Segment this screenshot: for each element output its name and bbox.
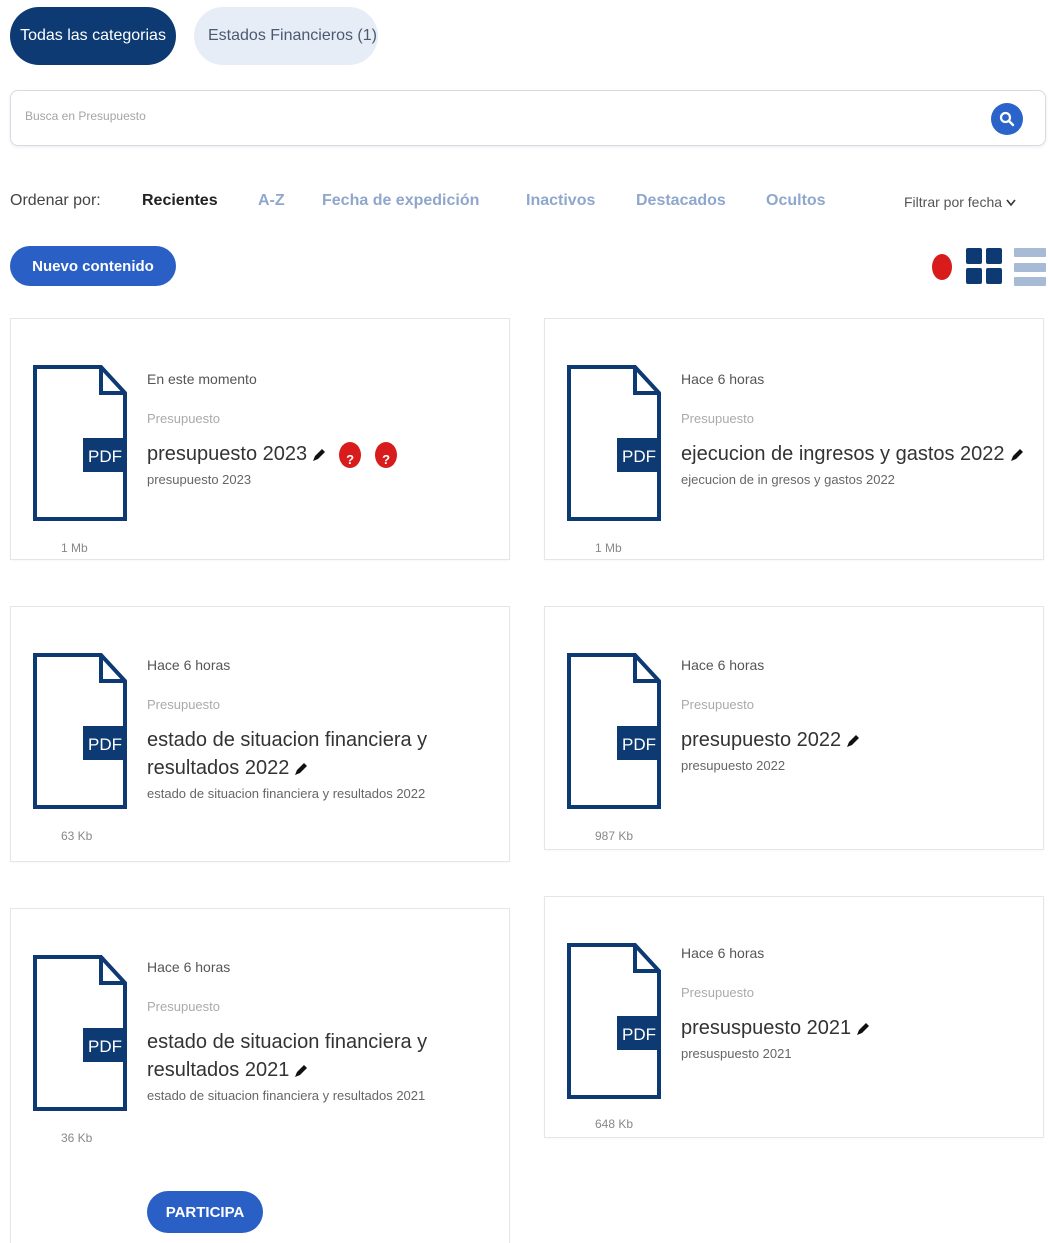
sort-bar: Ordenar por: Recientes A-Z Fecha de expe…: [10, 190, 1046, 216]
edit-icon[interactable]: [293, 761, 309, 777]
card-description: estado de situacion financiera y resulta…: [147, 786, 426, 801]
card-time: En este momento: [147, 371, 257, 387]
card-title-text: presupuesto 2022: [681, 729, 842, 751]
pdf-label: PDF: [88, 1037, 122, 1056]
card-category: Presupuesto: [147, 999, 220, 1014]
pdf-file-icon: PDF: [567, 653, 661, 809]
card-title-text: presuspuesto 2021: [681, 1017, 852, 1039]
sort-option-destacados[interactable]: Destacados: [636, 192, 726, 210]
sort-option-fecha-expedicion[interactable]: Fecha de expedición: [322, 192, 479, 210]
card-description: presupuesto 2023: [147, 472, 252, 487]
card-category: Presupuesto: [681, 411, 754, 426]
edit-icon[interactable]: [1009, 447, 1025, 463]
pdf-label: PDF: [622, 735, 656, 754]
chevron-down-icon: [1006, 199, 1016, 207]
card-time: Hace 6 horas: [681, 657, 765, 673]
card-description: estado de situacion financiera y resulta…: [147, 1088, 426, 1103]
participate-button[interactable]: PARTICIPA: [147, 1191, 263, 1233]
card-title: estado de situacion financiera y resulta…: [147, 726, 469, 782]
content-card[interactable]: PDF 63 Kb Hace 6 horas Presupuesto estad…: [10, 606, 510, 862]
filter-by-date-label: Filtrar por fecha: [904, 194, 1003, 210]
help-badge-icon[interactable]: [932, 254, 952, 280]
pdf-label: PDF: [88, 447, 122, 466]
file-size: 1 Mb: [595, 541, 622, 555]
card-time: Hace 6 horas: [147, 959, 231, 975]
content-card[interactable]: PDF 1 Mb Hace 6 horas Presupuesto ejecuc…: [544, 318, 1044, 560]
search-input[interactable]: [25, 109, 925, 123]
pdf-file-icon: PDF: [33, 955, 127, 1111]
search-icon: [999, 111, 1015, 127]
help-icon[interactable]: [339, 441, 362, 474]
category-tabs: Todas las categorias Estados Financieros…: [10, 7, 378, 65]
file-size: 987 Kb: [595, 829, 634, 843]
filter-by-date-dropdown[interactable]: Filtrar por fecha: [904, 194, 1016, 210]
tab-financial-statements[interactable]: Estados Financieros (1): [194, 7, 378, 65]
sort-option-recientes[interactable]: Recientes: [142, 192, 218, 210]
card-category: Presupuesto: [147, 411, 220, 426]
list-view-icon[interactable]: [1014, 248, 1046, 286]
pdf-file-icon: PDF: [567, 365, 661, 521]
content-card[interactable]: PDF 1 Mb En este momento Presupuesto pre…: [10, 318, 510, 560]
content-card[interactable]: PDF 648 Kb Hace 6 horas Presupuesto pres…: [544, 896, 1044, 1138]
card-title: presupuesto 2023: [147, 440, 495, 474]
content-card[interactable]: PDF 36 Kb Hace 6 horas Presupuesto estad…: [10, 908, 510, 1243]
sort-option-inactivos[interactable]: Inactivos: [526, 192, 595, 210]
pdf-file-icon: PDF: [33, 653, 127, 809]
edit-icon[interactable]: [845, 733, 861, 749]
sort-label: Ordenar por:: [10, 192, 101, 209]
sort-option-ocultos[interactable]: Ocultos: [766, 192, 826, 210]
card-title-text: estado de situacion financiera y resulta…: [147, 1031, 428, 1081]
pdf-label: PDF: [88, 735, 122, 754]
new-content-button[interactable]: Nuevo contenido: [10, 246, 176, 286]
card-time: Hace 6 horas: [681, 945, 765, 961]
pdf-file-icon: PDF: [33, 365, 127, 521]
card-title-text: ejecucion de ingresos y gastos 2022: [681, 443, 1005, 465]
view-toggle: [930, 246, 1046, 288]
card-title: estado de situacion financiera y resulta…: [147, 1028, 469, 1084]
pdf-label: PDF: [622, 1025, 656, 1044]
search-button[interactable]: [991, 103, 1023, 135]
card-description: presuspuesto 2021: [681, 1046, 792, 1061]
pdf-file-icon: PDF: [567, 943, 661, 1099]
pdf-label: PDF: [622, 447, 656, 466]
file-size: 36 Kb: [61, 1131, 93, 1145]
card-category: Presupuesto: [681, 985, 754, 1000]
edit-icon[interactable]: [293, 1063, 309, 1079]
card-title: ejecucion de ingresos y gastos 2022: [681, 440, 1029, 468]
file-size: 648 Kb: [595, 1117, 634, 1131]
card-time: Hace 6 horas: [681, 371, 765, 387]
card-category: Presupuesto: [147, 697, 220, 712]
card-description: presupuesto 2022: [681, 758, 786, 773]
edit-icon[interactable]: [311, 447, 327, 463]
edit-icon[interactable]: [855, 1021, 871, 1037]
sort-option-a-z[interactable]: A-Z: [258, 192, 285, 210]
tab-all-categories[interactable]: Todas las categorias: [10, 7, 176, 65]
content-card[interactable]: PDF 987 Kb Hace 6 horas Presupuesto pres…: [544, 606, 1044, 850]
grid-view-icon[interactable]: [966, 248, 1002, 284]
card-title-text: presupuesto 2023: [147, 443, 308, 465]
card-description: ejecucion de in gresos y gastos 2022: [681, 472, 895, 487]
file-size: 63 Kb: [61, 829, 93, 843]
card-title: presuspuesto 2021: [681, 1014, 1029, 1042]
file-size: 1 Mb: [61, 541, 88, 555]
search-bar: [10, 90, 1046, 146]
card-category: Presupuesto: [681, 697, 754, 712]
card-title-text: estado de situacion financiera y resulta…: [147, 729, 428, 779]
card-time: Hace 6 horas: [147, 657, 231, 673]
help-icon[interactable]: [375, 441, 398, 474]
card-title: presupuesto 2022: [681, 726, 1029, 754]
